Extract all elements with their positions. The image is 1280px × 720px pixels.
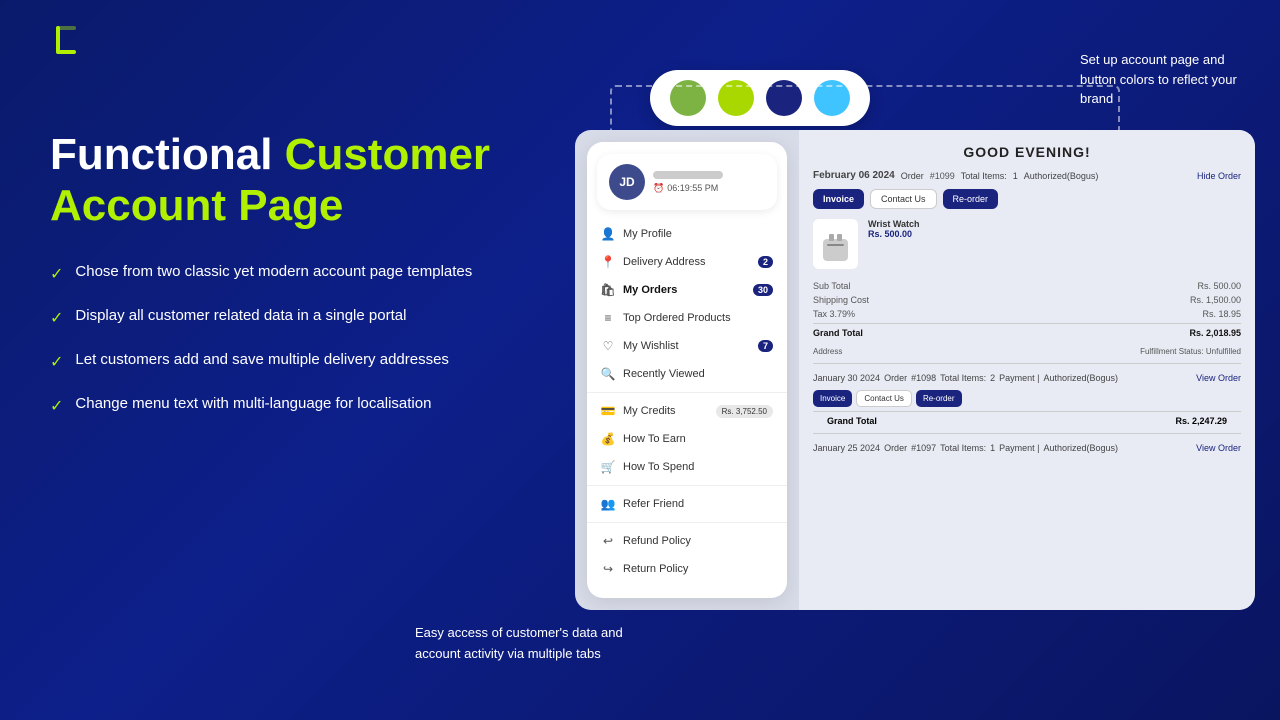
profile-time: ⏰ 06:19:55 PM: [653, 183, 765, 194]
refer-icon: 👥: [601, 497, 615, 511]
person-icon: 👤: [601, 227, 615, 241]
past-order-1-date: January 30 2024: [813, 373, 880, 383]
order-divider-1: [813, 363, 1241, 364]
past-order-2-row: January 25 2024 Order #1097 Total Items:…: [799, 438, 1255, 458]
menu-item-top-products[interactable]: ≡ Top Ordered Products: [587, 304, 787, 332]
product-name: Wrist Watch: [868, 219, 920, 229]
avatar: JD: [609, 164, 645, 200]
order-summary: Sub Total Rs. 500.00 Shipping Cost Rs. 1…: [799, 275, 1255, 344]
check-icon-1: ✓: [50, 263, 63, 287]
past-order-1-row: January 30 2024 Order #1098 Total Items:…: [799, 368, 1255, 388]
check-icon-2: ✓: [50, 307, 63, 331]
order-actions: Invoice Contact Us Re-order: [799, 185, 1255, 213]
left-content: Functional Customer Account Page ✓ Chose…: [50, 130, 510, 419]
order-divider-2: [813, 433, 1241, 434]
product-details: Wrist Watch Rs. 500.00: [868, 219, 920, 239]
location-icon: 📍: [601, 255, 615, 269]
shipping-row: Shipping Cost Rs. 1,500.00: [813, 293, 1241, 307]
menu-item-how-spend[interactable]: 🛒 How To Spend: [587, 453, 787, 481]
grand-total-row: Grand Total Rs. 2,018.95: [813, 323, 1241, 340]
heart-icon: ♡: [601, 339, 615, 353]
feature-2: ✓ Display all customer related data in a…: [50, 305, 510, 331]
orders-badge: 30: [753, 284, 773, 296]
order-label: Order: [901, 171, 924, 181]
menu-item-profile[interactable]: 👤 My Profile: [587, 220, 787, 248]
title-white: Functional: [50, 130, 272, 179]
earn-icon: 💰: [601, 432, 615, 446]
order-id-current: #1099: [930, 171, 955, 181]
product-price: Rs. 500.00: [868, 229, 920, 239]
total-items-label: Total Items:: [961, 171, 1007, 181]
contact-button[interactable]: Contact Us: [870, 189, 937, 209]
wishlist-badge: 7: [758, 340, 773, 352]
order-date-current: February 06 2024: [813, 170, 895, 181]
feature-1: ✓ Chose from two classic yet modern acco…: [50, 261, 510, 287]
view-order-2-link[interactable]: View Order: [1196, 443, 1241, 453]
menu-item-wishlist[interactable]: ♡ My Wishlist 7: [587, 332, 787, 360]
menu-divider-3: [587, 522, 787, 523]
profile-card[interactable]: JD ⏰ 06:19:55 PM: [597, 154, 777, 210]
menu-item-credits[interactable]: 💳 My Credits Rs. 3,752.50: [587, 397, 787, 425]
credit-value-badge: Rs. 3,752.50: [716, 405, 773, 418]
invoice-button-past1[interactable]: Invoice: [813, 390, 852, 407]
product-card: Wrist Watch Rs. 500.00: [799, 213, 1255, 275]
subtotal-row: Sub Total Rs. 500.00: [813, 279, 1241, 293]
payment-status: Authorized(Bogus): [1024, 171, 1099, 181]
profile-info: ⏰ 06:19:55 PM: [653, 171, 765, 194]
past-order-1-id: #1098: [911, 373, 936, 383]
features-list: ✓ Chose from two classic yet modern acco…: [50, 261, 510, 419]
past-order-2-date: January 25 2024: [813, 443, 880, 453]
contact-button-past1[interactable]: Contact Us: [856, 390, 912, 407]
profile-name-bar: [653, 171, 723, 179]
menu-divider-1: [587, 392, 787, 393]
title-green: Customer: [285, 130, 490, 179]
credit-icon: 💳: [601, 404, 615, 418]
tax-row: Tax 3.79% Rs. 18.95: [813, 307, 1241, 321]
past-order-1-grand: Grand Total Rs. 2,247.29: [813, 411, 1241, 429]
spend-icon: 🛒: [601, 460, 615, 474]
menu-item-return[interactable]: ↪ Return Policy: [587, 555, 787, 583]
clock-icon: ⏰: [653, 183, 664, 194]
feature-4: ✓ Change menu text with multi-language f…: [50, 393, 510, 419]
reorder-button[interactable]: Re-order: [943, 189, 999, 209]
check-icon-3: ✓: [50, 351, 63, 375]
fulfillment-label: Fulfillment Status: Unfulfilled: [1140, 347, 1241, 356]
main-content: GOOD EVENING! February 06 2024 Order #10…: [799, 130, 1255, 610]
menu-item-delivery[interactable]: 📍 Delivery Address 2: [587, 248, 787, 276]
search-icon: 🔍: [601, 367, 615, 381]
easy-access-note: Easy access of customer's data and accou…: [415, 623, 625, 665]
current-order-header: February 06 2024 Order #1099 Total Items…: [799, 166, 1255, 185]
delivery-badge: 2: [758, 256, 773, 268]
past-order-1-actions: Invoice Contact Us Re-order: [799, 388, 1255, 409]
bag-icon: 🛍: [601, 283, 615, 297]
invoice-button[interactable]: Invoice: [813, 189, 864, 209]
hide-order-link[interactable]: Hide Order: [1197, 171, 1241, 181]
logo: [50, 20, 90, 65]
mockup-container: Set up account page and button colors to…: [560, 20, 1260, 700]
view-order-1-link[interactable]: View Order: [1196, 373, 1241, 383]
return-icon: ↪: [601, 562, 615, 576]
menu-item-refer[interactable]: 👥 Refer Friend: [587, 490, 787, 518]
feature-3: ✓ Let customers add and save multiple de…: [50, 349, 510, 375]
past-order-2-id: #1097: [911, 443, 936, 453]
check-icon-4: ✓: [50, 395, 63, 419]
menu-section: 👤 My Profile 📍 Delivery Address 2 🛍 My O…: [587, 220, 787, 586]
reorder-button-past1[interactable]: Re-order: [916, 390, 962, 407]
total-items-val: 1: [1013, 171, 1018, 181]
menu-divider-2: [587, 485, 787, 486]
list-icon: ≡: [601, 311, 615, 325]
menu-item-refund[interactable]: ↩ Refund Policy: [587, 527, 787, 555]
title-green2: Account Page: [50, 181, 343, 230]
page-title: Functional Customer Account Page: [50, 130, 510, 231]
refund-icon: ↩: [601, 534, 615, 548]
app-window: JD ⏰ 06:19:55 PM 👤 My Profile 📍 De: [575, 130, 1255, 610]
menu-item-recently-viewed[interactable]: 🔍 Recently Viewed: [587, 360, 787, 388]
sidebar: JD ⏰ 06:19:55 PM 👤 My Profile 📍 De: [587, 142, 787, 598]
product-image: [813, 219, 858, 269]
address-label: Address: [813, 347, 842, 356]
order-meta: Address Fulfillment Status: Unfulfilled: [799, 344, 1255, 359]
menu-item-how-earn[interactable]: 💰 How To Earn: [587, 425, 787, 453]
greeting: GOOD EVENING!: [799, 130, 1255, 166]
menu-item-orders[interactable]: 🛍 My Orders 30: [587, 276, 787, 304]
